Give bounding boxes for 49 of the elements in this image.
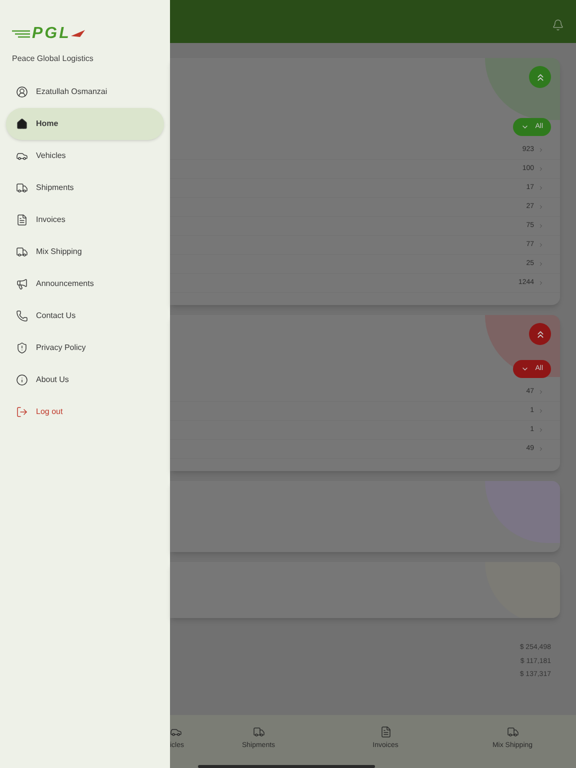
car-icon [16, 150, 28, 162]
drawer-item[interactable]: Contact Us [6, 300, 164, 332]
drawer-item[interactable]: Invoices [6, 204, 164, 236]
chevron-right-icon [538, 166, 544, 172]
chevron-right-icon [538, 223, 544, 229]
truck-icon [16, 182, 28, 194]
notification-bell-icon[interactable] [552, 18, 564, 30]
logout-icon [16, 406, 28, 418]
chevron-down-icon [521, 365, 530, 373]
truck-icon [252, 726, 264, 738]
drawer-item[interactable]: About Us [6, 364, 164, 396]
chevrons-up-icon [534, 328, 546, 340]
chevron-down-icon [521, 123, 530, 131]
phone-icon [16, 310, 28, 322]
collapse-button[interactable] [529, 66, 551, 88]
chevron-right-icon [538, 408, 544, 414]
plane-icon [70, 30, 85, 38]
logo: PGL [32, 26, 71, 42]
chevron-right-icon [538, 446, 544, 452]
chevron-right-icon [538, 280, 544, 286]
truck-icon [16, 246, 28, 258]
chevron-right-icon [538, 204, 544, 210]
drawer-item[interactable]: Privacy Policy [6, 332, 164, 364]
megaphone-icon [16, 278, 28, 290]
chevron-right-icon [538, 427, 544, 433]
car-icon [170, 726, 182, 738]
drawer-item[interactable]: Ezatullah Osmanzai [6, 76, 164, 108]
truck-icon [506, 726, 518, 738]
company-name: Peace Global Logistics [11, 53, 94, 65]
info-icon [16, 374, 28, 386]
home-icon [16, 118, 28, 130]
document-icon [16, 214, 28, 226]
chevrons-up-icon [534, 72, 546, 82]
drawer-item[interactable]: Home [6, 108, 164, 140]
drawer-item[interactable]: Mix Shipping [6, 236, 164, 268]
chevron-right-icon [538, 242, 544, 248]
speed-lines-icon [12, 28, 32, 38]
chevron-right-icon [538, 261, 544, 267]
collapse-button[interactable] [529, 323, 551, 345]
chevron-right-icon [538, 185, 544, 191]
shield-icon [16, 342, 28, 354]
drawer-item[interactable]: Vehicles [6, 140, 164, 172]
document-icon [380, 726, 392, 738]
chevron-right-icon [538, 389, 544, 395]
user-icon [16, 86, 28, 98]
drawer-item[interactable]: Shipments [6, 172, 164, 204]
drawer-item[interactable]: Announcements [6, 268, 164, 300]
chevron-right-icon [538, 147, 544, 153]
drawer-item[interactable]: Log out [6, 396, 164, 428]
